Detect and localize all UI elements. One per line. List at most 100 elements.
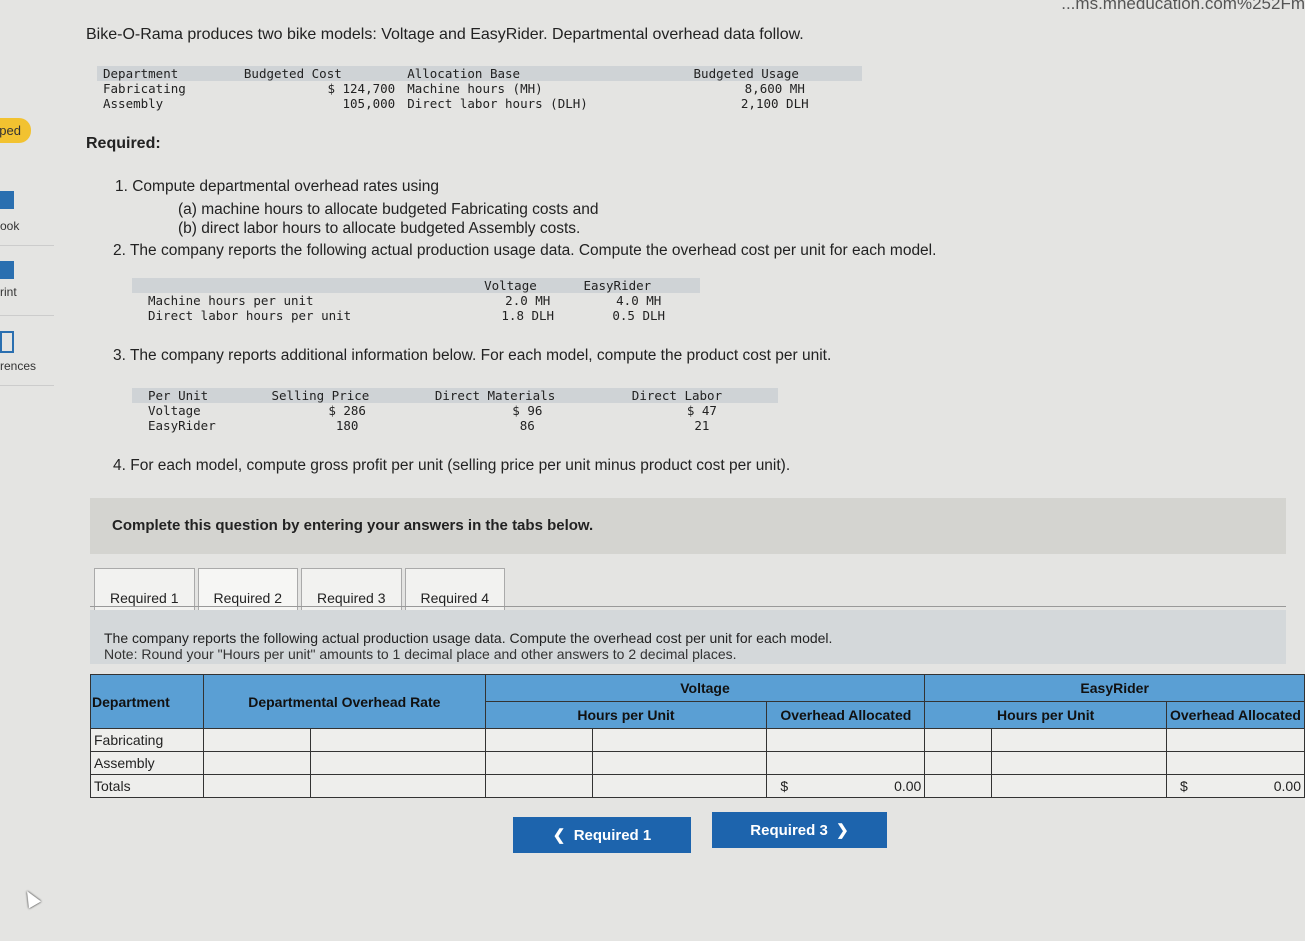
prev-label: Required 1 (573, 827, 652, 844)
fabricating-rate-input[interactable] (207, 729, 311, 751)
row-label: Fabricating (90, 728, 204, 752)
question-1b: (b) direct labor hours to allocate budge… (178, 220, 581, 237)
cell: $ 286 (328, 403, 366, 418)
fabricating-voltage-hours-input[interactable] (488, 729, 593, 751)
fabricating-voltage-allocated-input[interactable] (770, 729, 926, 751)
dollar-sign: $ (1180, 778, 1188, 794)
voltage-total: 0.00 (894, 778, 922, 794)
references-icon (0, 331, 14, 353)
cell: Machine hours per unit (148, 293, 314, 308)
empty-cell (991, 774, 1167, 798)
col-header: Budgeted Usage (687, 66, 862, 81)
table-row: Fabricating (90, 728, 1305, 752)
question-2: 2. The company reports the following act… (113, 242, 937, 259)
empty-cell (924, 774, 993, 798)
col-header: EasyRider (577, 278, 700, 293)
row-label: Assembly (90, 751, 204, 775)
prev-required-button[interactable]: ❮ Required 1 (513, 817, 691, 853)
col-header: Direct Materials (428, 388, 626, 403)
table-row: Assembly 105,000 Direct labor hours (DLH) 2… (97, 96, 862, 111)
cell: Assembly (103, 96, 164, 111)
sidebar-item-print[interactable]: rint (0, 255, 54, 316)
cell: EasyRider (148, 418, 216, 433)
fabricating-voltage-unit-input[interactable] (595, 729, 768, 751)
intro-text: Bike-O-Rama produces two bike models: Vo… (86, 26, 804, 43)
cell: 2.0 MH (505, 293, 551, 308)
instruction-text: The company reports the following actual… (104, 630, 833, 646)
required-heading: Required: (86, 135, 161, 152)
sidebar-item-ebook[interactable]: ook (0, 185, 54, 246)
next-required-button[interactable]: Required 3 ❯ (712, 812, 887, 848)
table-row: Direct labor hours per unit 1.8 DLH 0.5 DL… (132, 308, 700, 323)
empty-cell (484, 774, 593, 798)
sidebar-item-label: rint (0, 285, 17, 299)
col-header: Per Unit (132, 388, 266, 403)
voltage-hours-header: Hours per Unit (484, 701, 768, 729)
tab-divider (90, 606, 1286, 607)
voltage-allocated-header: Overhead Allocated (766, 701, 926, 729)
col-header: Allocation Base (401, 66, 688, 81)
assembly-easyrider-hours-input[interactable] (928, 752, 993, 774)
question-1a: (a) machine hours to allocate budgeted F… (178, 201, 599, 218)
sidebar-item-label: rences (0, 359, 37, 373)
print-icon (0, 261, 14, 279)
cell: Machine hours (MH) (407, 81, 543, 96)
book-icon (0, 191, 14, 209)
cell: $ 124,700 (327, 81, 396, 96)
table-row: Totals $0.00 $0.00 (90, 774, 1305, 798)
instructions-banner: Complete this question by entering your … (90, 498, 1286, 554)
assembly-easyrider-unit-input[interactable] (995, 752, 1167, 774)
assembly-rate-base-input[interactable] (314, 752, 486, 774)
cell: 0.5 DLH (612, 308, 666, 323)
cell: $ 96 (512, 403, 543, 418)
cell: Direct labor hours (DLH) (407, 96, 588, 111)
col-header (132, 278, 479, 293)
fabricating-easyrider-unit-input[interactable] (995, 729, 1167, 751)
mouse-cursor-icon (20, 887, 42, 909)
col-header: Voltage (478, 278, 578, 293)
question-3: 3. The company reports additional inform… (113, 347, 832, 364)
fabricating-easyrider-hours-input[interactable] (928, 729, 993, 751)
fabricating-rate-base-input[interactable] (314, 729, 486, 751)
cell: 8,600 MH (744, 81, 805, 96)
cell: 180 (335, 418, 359, 433)
fabricating-easyrider-allocated-input[interactable] (1170, 729, 1305, 751)
tab-instructions: The company reports the following actual… (90, 610, 1286, 664)
assembly-easyrider-allocated-input[interactable] (1170, 752, 1305, 774)
chevron-left-icon: ❮ (552, 827, 574, 844)
easyrider-header: EasyRider (924, 674, 1305, 702)
question-4: 4. For each model, compute gross profit … (113, 457, 791, 474)
assembly-rate-input[interactable] (207, 752, 311, 774)
status-badge: pped (0, 118, 31, 143)
cell: $ 47 (686, 403, 717, 418)
unit-cost-table: Per Unit Selling Price Direct Materials Dir… (132, 388, 778, 433)
assembly-voltage-hours-input[interactable] (488, 752, 593, 774)
cell: Direct labor hours per unit (148, 308, 352, 323)
cell: 2,100 DLH (740, 96, 809, 111)
easyrider-allocated-header: Overhead Allocated (1166, 701, 1305, 729)
sidebar-item-label: ook (0, 219, 20, 233)
question-1: 1. Compute departmental overhead rates u… (115, 178, 439, 195)
cell: Fabricating (103, 81, 186, 96)
department-header: Department (90, 674, 204, 729)
cell: 1.8 DLH (501, 308, 555, 323)
table-row: Assembly (90, 751, 1305, 775)
cell: 4.0 MH (616, 293, 662, 308)
table-row: Fabricating $ 124,700 Machine hours (MH) 8,… (97, 81, 862, 96)
col-header: Budgeted Cost (237, 66, 402, 81)
empty-cell (203, 774, 311, 798)
voltage-total-cell: $0.00 (766, 774, 926, 798)
cell: 86 (519, 418, 535, 433)
col-header: Selling Price (265, 388, 429, 403)
chevron-right-icon: ❯ (827, 822, 849, 839)
overhead-answer-table: Department Departmental Overhead Rate Vo… (90, 674, 1305, 798)
assembly-voltage-allocated-input[interactable] (770, 752, 926, 774)
rate-header: Departmental Overhead Rate (203, 674, 486, 729)
usage-table: Voltage EasyRider Machine hours per unit 2… (132, 278, 700, 323)
col-header: Department (97, 66, 238, 81)
assembly-voltage-unit-input[interactable] (595, 752, 768, 774)
empty-cell (591, 774, 768, 798)
sidebar-item-references[interactable]: rences (0, 325, 54, 386)
easyrider-hours-header: Hours per Unit (924, 701, 1167, 729)
easyrider-total: 0.00 (1273, 778, 1301, 794)
